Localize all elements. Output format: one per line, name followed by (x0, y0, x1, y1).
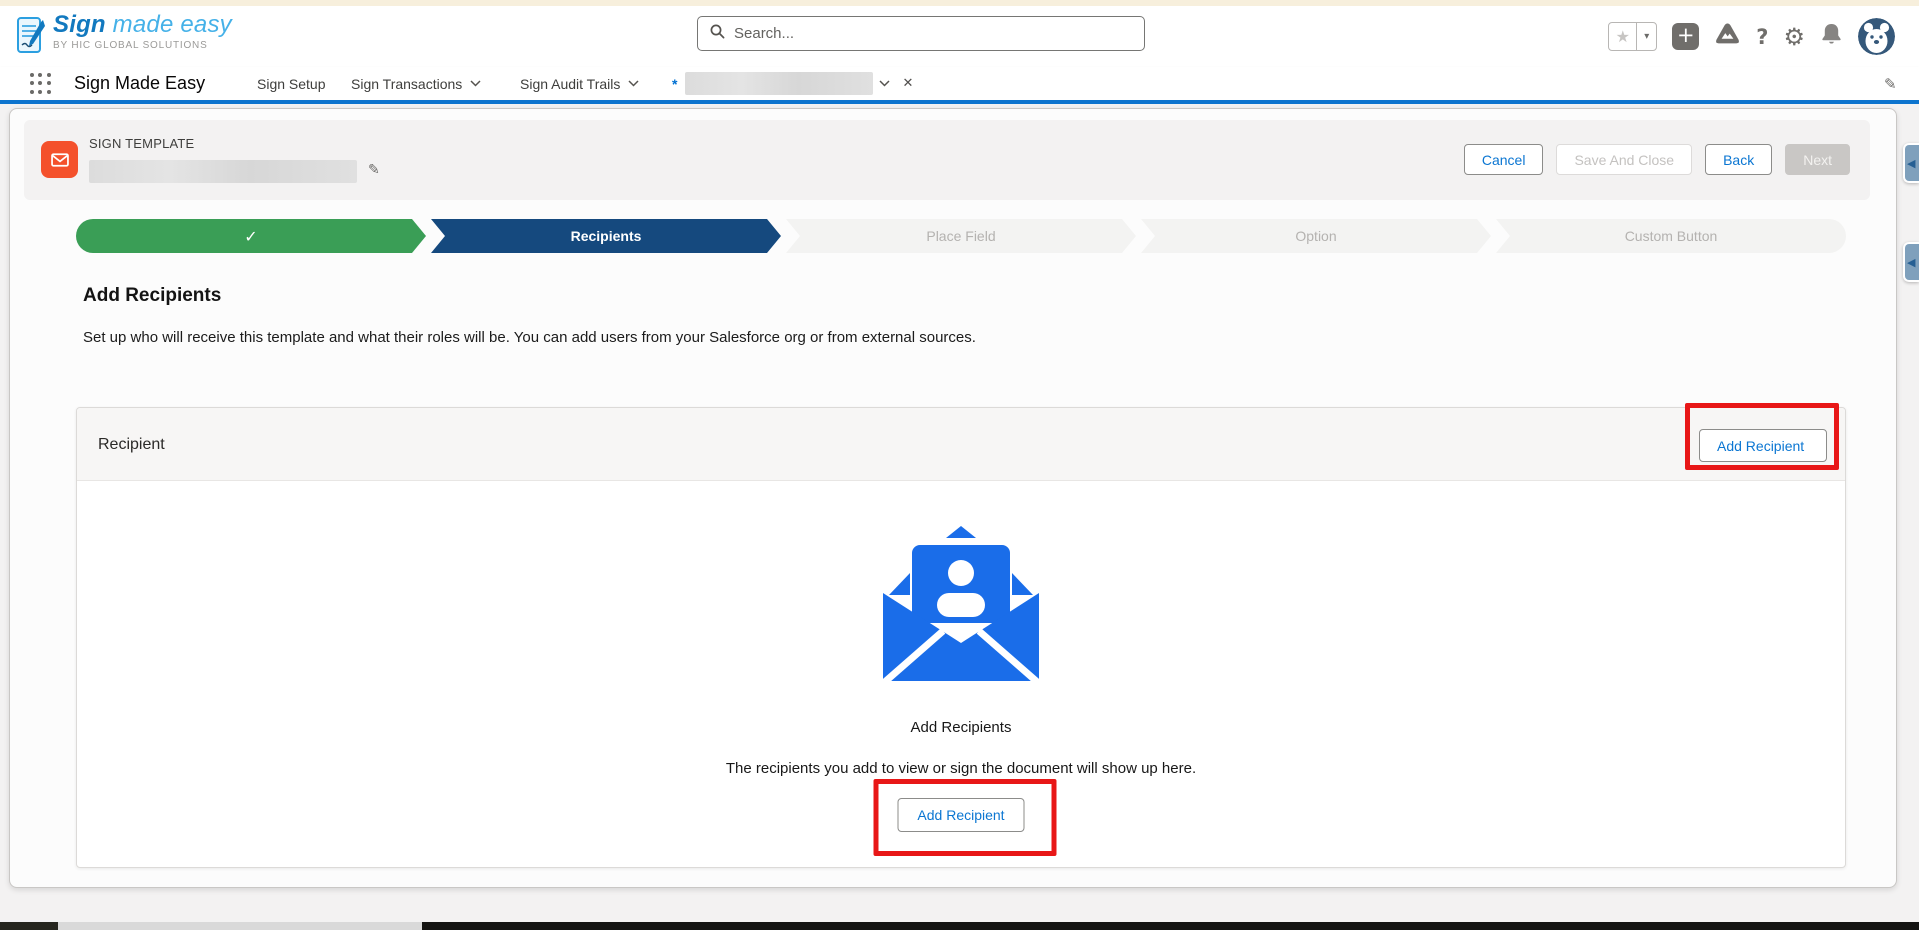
edit-name-pencil-icon[interactable]: ✎ (368, 162, 380, 178)
step-custom-button[interactable]: Custom Button (1496, 219, 1846, 253)
redacted-tab-label (685, 72, 874, 95)
page-header: SIGN TEMPLATE ✎ Cancel Save And Close Ba… (24, 120, 1870, 200)
global-header: Sign made easy BY HIC GLOBAL SOLUTIONS ★… (0, 6, 1919, 67)
favorites-group: ★ ▾ (1608, 22, 1658, 51)
step-option[interactable]: Option (1141, 219, 1491, 253)
chevron-down-icon[interactable] (470, 80, 481, 87)
window-edge-left (0, 922, 58, 930)
chevron-down-icon[interactable] (879, 80, 890, 87)
save-and-close-button[interactable]: Save And Close (1556, 144, 1693, 175)
progress-stepper: ✓ Recipients Place Field Option Custom B… (76, 219, 1846, 253)
page-subtitle: Set up who will receive this template an… (83, 329, 976, 346)
redacted-record-name (89, 160, 357, 183)
tab-sign-audit-trails[interactable]: Sign Audit Trails (520, 67, 639, 100)
favorites-dropdown-icon[interactable]: ▾ (1636, 23, 1656, 50)
sign-template-envelope-icon (41, 141, 78, 178)
cancel-button[interactable]: Cancel (1463, 144, 1544, 175)
chevron-down-icon[interactable] (628, 80, 639, 87)
tab-label: Sign Audit Trails (520, 75, 621, 92)
close-tab-icon[interactable]: ✕ (902, 76, 913, 91)
app-logo-icon (16, 12, 46, 63)
search-icon (710, 24, 725, 44)
current-app-name[interactable]: Sign Made Easy (74, 67, 205, 100)
header-action-buttons: Cancel Save And Close Back Next (1463, 144, 1850, 175)
back-button[interactable]: Back (1705, 144, 1773, 175)
empty-state-title: Add Recipients (910, 719, 1012, 736)
app-logo: Sign made easy BY HIC GLOBAL SOLUTIONS (16, 12, 232, 63)
recipient-panel: Recipient Add Recipient Add Recipients T… (76, 403, 1846, 868)
tab-label: Sign Transactions (351, 75, 463, 92)
setup-gear-icon[interactable]: ⚙ (1783, 25, 1805, 49)
collapse-panel-toggle-2[interactable]: ◀ (1903, 242, 1919, 282)
tab-label: Sign Setup (257, 75, 326, 92)
mail-recipient-illustration (876, 523, 1046, 690)
user-avatar[interactable] (1858, 18, 1895, 55)
window-edge-scrollbar[interactable] (58, 922, 422, 930)
recipient-panel-header: Recipient (77, 408, 1845, 481)
tab-sign-setup[interactable]: Sign Setup (257, 67, 326, 100)
window-edge-right (422, 922, 1919, 930)
unsaved-indicator: * (672, 75, 678, 92)
page-title: Add Recipients (83, 285, 222, 306)
next-button[interactable]: Next (1785, 144, 1850, 175)
search-input[interactable] (734, 25, 1132, 42)
tab-sign-transactions[interactable]: Sign Transactions (351, 67, 481, 100)
brand-name-bold: Sign (53, 11, 106, 38)
collapse-panel-toggle-1[interactable]: ◀ (1903, 143, 1919, 183)
recipient-panel-title: Recipient (98, 435, 165, 453)
empty-state-description: The recipients you add to view or sign t… (725, 760, 1197, 777)
record-type-label: SIGN TEMPLATE (89, 136, 195, 151)
screen: Sign made easy BY HIC GLOBAL SOLUTIONS ★… (0, 0, 1919, 930)
edit-page-pencil-icon[interactable]: ✎ (1884, 75, 1897, 93)
app-logo-text: Sign made easy BY HIC GLOBAL SOLUTIONS (53, 12, 232, 63)
notifications-bell-icon[interactable] (1820, 22, 1843, 52)
header-actions: ★ ▾ + ? ⚙ (1608, 6, 1895, 67)
record-card: SIGN TEMPLATE ✎ Cancel Save And Close Ba… (9, 108, 1897, 888)
tab-active-record[interactable]: * ✕ (672, 67, 913, 100)
global-search[interactable] (697, 16, 1145, 51)
trailhead-icon[interactable] (1714, 21, 1741, 53)
brand-divider (0, 100, 1919, 104)
step-recipients[interactable]: Recipients (431, 219, 781, 253)
brand-name-light: made easy (105, 11, 232, 38)
favorite-star-icon[interactable]: ★ (1609, 23, 1636, 50)
help-icon[interactable]: ? (1756, 25, 1768, 49)
highlight-annotation-bottom (873, 779, 1057, 856)
app-launcher-icon[interactable] (30, 73, 52, 95)
highlight-annotation-top (1685, 403, 1839, 470)
app-navbar: Sign Made Easy Sign Setup Sign Transacti… (0, 67, 1919, 100)
brand-subtitle: BY HIC GLOBAL SOLUTIONS (53, 40, 208, 51)
global-add-icon[interactable]: + (1672, 23, 1700, 50)
step-place-field[interactable]: Place Field (786, 219, 1136, 253)
step-completed[interactable]: ✓ (76, 219, 426, 253)
